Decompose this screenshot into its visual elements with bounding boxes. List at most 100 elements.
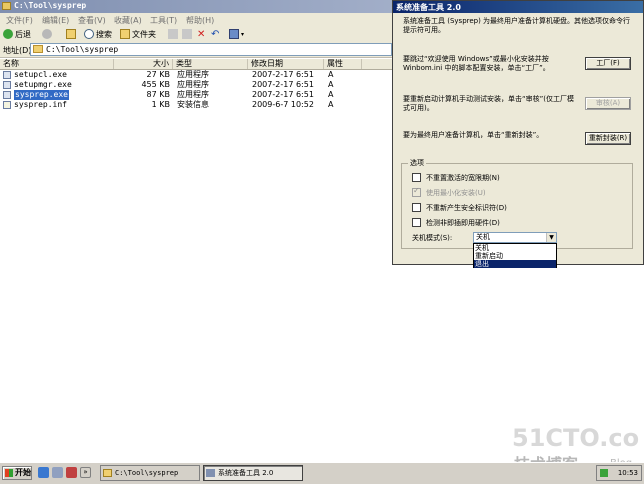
file-attr: A [328,100,334,109]
show-desktop-icon[interactable] [52,467,63,478]
file-size: 1 KB [151,100,170,109]
up-folder-icon [66,29,76,39]
move-to-button[interactable] [168,28,178,40]
file-size: 455 KB [141,80,170,89]
task-sysprep-label: 系统准备工具 2.0 [218,469,274,477]
menu-view[interactable]: 查看(V) [78,15,106,26]
dropdown-option-shutdown[interactable]: 关机 [474,244,556,252]
ie-icon[interactable] [38,467,49,478]
move-icon [168,29,178,39]
file-size: 27 KB [146,70,170,79]
dropdown-option-restart[interactable]: 重新启动 [474,252,556,260]
quick-launch-icon[interactable] [66,467,77,478]
start-label: 开始 [15,468,31,477]
task-sysprep[interactable]: 系统准备工具 2.0 [203,465,303,481]
no-reset-grace-checkbox[interactable] [412,173,421,182]
file-row[interactable]: setupcl.exe 27 KB 应用程序 2007-2-17 6:51 A [0,70,390,80]
explorer-title: C:\Tool\sysprep [14,1,87,10]
task-explorer-label: C:\Tool\sysprep [115,469,179,477]
watermark-line1: 51CTO.com [512,424,640,452]
exe-icon [3,71,11,79]
detect-pnp-checkbox[interactable] [412,218,421,227]
start-button[interactable]: 开始 [2,466,32,480]
task-explorer[interactable]: C:\Tool\sysprep [100,465,200,481]
mini-setup-checkbox[interactable] [412,186,421,197]
file-date: 2007-2-17 6:51 [252,80,314,89]
menu-edit[interactable]: 编辑(E) [42,15,69,26]
no-sid-checkbox[interactable] [412,203,421,212]
column-type[interactable]: 类型 [173,59,248,69]
shutdown-mode-dropdown: 关机 重新启动 退出 [473,243,557,268]
file-attr: A [328,90,334,99]
options-label: 选项 [408,158,426,168]
search-label: 搜索 [96,29,112,39]
search-icon [84,29,94,39]
delete-x-icon: ✕ [197,28,206,40]
copy-to-button[interactable] [182,28,192,40]
reseal-description: 要为最终用户准备计算机，单击“重新封装”。 [403,131,544,139]
views-button[interactable]: ▾ [229,28,244,40]
windows-logo-icon [5,469,13,477]
views-icon [229,29,239,39]
chevron-right-icon[interactable]: » [80,467,91,478]
audit-button[interactable]: 审核(A) [585,97,631,110]
column-name[interactable]: 名称 [0,59,114,69]
forward-button[interactable] [42,28,52,40]
clock[interactable]: 10:53 [618,469,638,477]
file-attr: A [328,80,334,89]
copy-icon [182,29,192,39]
search-button[interactable]: 搜索 [84,28,112,40]
exe-icon [3,81,11,89]
folders-icon [120,29,130,39]
shutdown-mode-value: 关机 [476,233,490,241]
factory-button[interactable]: 工厂(F) [585,57,631,70]
file-name: sysprep.inf [14,100,67,109]
chevron-down-icon[interactable]: ▼ [546,233,556,242]
folders-label: 文件夹 [132,29,156,39]
file-type: 应用程序 [177,70,209,79]
file-date: 2009-6-7 10:52 [252,100,314,109]
system-tray: 10:53 [596,465,642,481]
mini-setup-label: 使用最小化安装(U) [426,189,486,197]
audit-description: 要重新启动计算机手动测试安装，单击“审核”(仅工厂模式可用)。 [403,95,574,112]
file-row[interactable]: sysprep.inf 1 KB 安装信息 2009-6-7 10:52 A [0,100,390,110]
folders-button[interactable]: 文件夹 [120,28,156,40]
file-name: sysprep.exe [14,90,69,100]
dialog-intro: 系统准备工具 (Sysprep) 为最终用户准备计算机硬盘。其他选项仅命令行提示… [403,17,631,34]
menu-tools[interactable]: 工具(T) [150,15,177,26]
shutdown-mode-label: 关机模式(S): [412,234,453,242]
delete-button[interactable]: ✕ [197,28,205,40]
dropdown-option-exit[interactable]: 退出 [474,260,556,268]
shutdown-mode-select[interactable]: 关机 ▼ [473,232,557,243]
dialog-title-bar[interactable]: 系统准备工具 2.0 [393,1,643,13]
folder-icon [2,2,11,10]
menu-help[interactable]: 帮助(H) [186,15,214,26]
factory-description: 要跳过“欢迎使用 Windows”或最小化安装并按 Winbom.ini 中的脚… [403,55,550,72]
file-type: 应用程序 [177,80,209,89]
file-name: setupcl.exe [14,70,67,79]
exe-icon [3,91,11,99]
menu-favorites[interactable]: 收藏(A) [114,15,142,26]
column-attr[interactable]: 属性 [324,59,362,69]
sysprep-icon [206,469,215,477]
file-row[interactable]: setupmgr.exe 455 KB 应用程序 2007-2-17 6:51 … [0,80,390,90]
reseal-button[interactable]: 重新封装(R) [585,132,631,145]
up-button[interactable] [66,28,76,40]
chevron-down-icon: ▾ [241,30,245,38]
menu-file[interactable]: 文件(F) [6,15,33,26]
dialog-title: 系统准备工具 2.0 [396,3,461,12]
sysprep-dialog: 系统准备工具 2.0 系统准备工具 (Sysprep) 为最终用户准备计算机硬盘… [392,0,644,268]
file-row-selected[interactable]: sysprep.exe 87 KB 应用程序 2007-2-17 6:51 A [0,90,390,100]
back-button[interactable]: 后退 [3,28,31,40]
no-reset-grace-label: 不重置激活的宽限期(N) [426,174,500,182]
undo-button[interactable]: ↶ [211,28,219,40]
back-label: 后退 [15,29,31,39]
file-date: 2007-2-17 6:51 [252,90,314,99]
file-name: setupmgr.exe [14,80,72,89]
forward-arrow-icon [42,29,52,39]
address-input[interactable]: C:\Tool\sysprep [30,43,392,56]
column-date[interactable]: 修改日期 [248,59,324,69]
column-size[interactable]: 大小 [114,59,173,69]
tray-icon[interactable] [600,469,608,477]
no-sid-label: 不重新产生安全标识符(D) [426,204,507,212]
